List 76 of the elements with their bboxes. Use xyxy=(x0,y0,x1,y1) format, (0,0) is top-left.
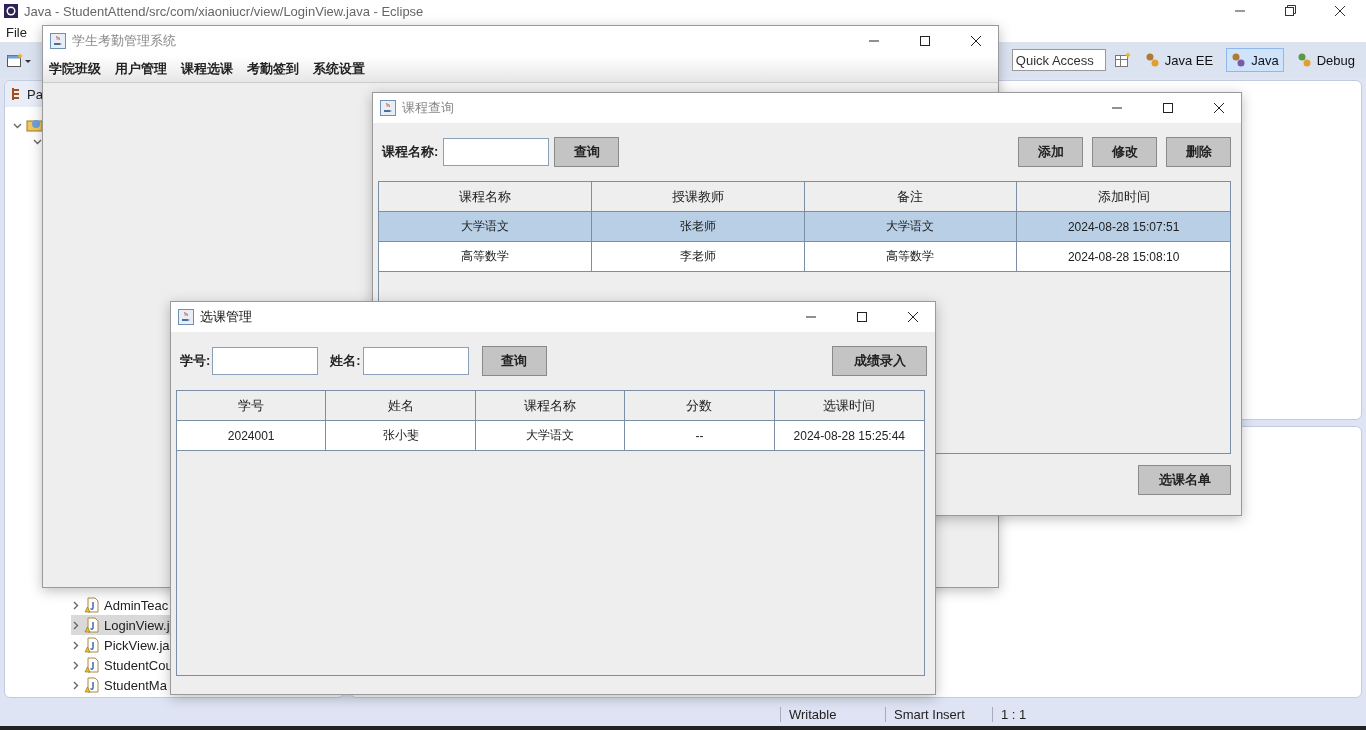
input-field[interactable] xyxy=(212,347,319,375)
table-cell[interactable]: 2024-08-28 15:07:51 xyxy=(1017,212,1230,242)
column-header[interactable]: 学号 xyxy=(177,391,327,421)
action-button[interactable]: 删除 xyxy=(1166,137,1231,167)
status-text: Smart Insert xyxy=(885,706,992,722)
table-cell[interactable]: 张小斐 xyxy=(326,421,476,451)
perspective-icon xyxy=(1144,52,1161,68)
field-label: 学号: xyxy=(180,352,211,370)
menu-item[interactable]: File xyxy=(6,24,27,40)
tree-item[interactable]: PickView.ja xyxy=(104,637,170,653)
status-text: Writable xyxy=(780,706,885,722)
menu-item[interactable]: 考勤签到 xyxy=(247,60,299,78)
java-file-icon xyxy=(84,677,100,693)
menu-item[interactable]: 用户管理 xyxy=(115,60,167,78)
project-folder-icon xyxy=(26,117,44,133)
window-title: 学生考勤管理系统 xyxy=(72,32,177,50)
column-header[interactable]: 课程名称 xyxy=(475,391,626,421)
input-field[interactable] xyxy=(362,347,469,375)
perspective-button[interactable]: Debug xyxy=(1291,48,1360,72)
table-cell[interactable]: 2024001 xyxy=(177,421,327,451)
search-button[interactable]: 查询 xyxy=(554,137,620,167)
perspective-button[interactable]: Java xyxy=(1226,48,1284,72)
column-header[interactable]: 分数 xyxy=(625,391,775,421)
window-title: Java - StudentAttend/src/com/xiaoniucr/view/LoginView.java - Eclipse xyxy=(24,3,425,19)
grade-entry-button[interactable]: 成绩录入 xyxy=(832,346,927,376)
table-cell[interactable]: 高等数学 xyxy=(804,242,1018,272)
table-cell[interactable]: 李老师 xyxy=(591,242,805,272)
table-cell[interactable]: 大学语文 xyxy=(804,212,1018,242)
perspective-icon xyxy=(1296,52,1313,68)
table-cell[interactable]: -- xyxy=(625,421,775,451)
field-label: 课程名称: xyxy=(382,143,439,161)
menu-item[interactable]: 学院班级 xyxy=(49,60,101,78)
action-button[interactable]: 修改 xyxy=(1092,137,1157,167)
action-button[interactable]: 添加 xyxy=(1018,137,1083,167)
table-cell[interactable]: 大学语文 xyxy=(379,212,592,242)
maximize-icon[interactable] xyxy=(919,36,930,46)
java-file-icon xyxy=(84,617,100,633)
quick-access-field[interactable]: Quick Access xyxy=(1011,49,1106,71)
perspective-button[interactable]: Java EE xyxy=(1139,48,1219,72)
column-header[interactable]: 授课教师 xyxy=(591,182,805,212)
new-window-icon[interactable] xyxy=(6,52,32,68)
java-cup-icon xyxy=(50,33,66,49)
status-text: 1 : 1 xyxy=(992,706,1089,722)
panel-tab[interactable]: Pa xyxy=(27,86,43,102)
table-cell[interactable]: 2024-08-28 15:08:10 xyxy=(1017,242,1230,272)
java-cup-icon xyxy=(380,100,396,116)
tree-item[interactable]: StudentMa xyxy=(104,677,167,693)
table-cell[interactable]: 高等数学 xyxy=(379,242,592,272)
window-title: 课程查询 xyxy=(402,99,455,117)
maximize-icon[interactable] xyxy=(1162,103,1173,113)
java-file-icon xyxy=(84,637,100,653)
table-cell[interactable]: 大学语文 xyxy=(475,421,626,451)
tree-item[interactable]: StudentCou xyxy=(104,657,173,673)
chevron-down-icon[interactable] xyxy=(33,137,42,146)
java-cup-icon xyxy=(178,309,194,325)
column-header[interactable]: 备注 xyxy=(804,182,1018,212)
close-icon[interactable] xyxy=(1213,103,1224,113)
course-name-field[interactable] xyxy=(443,138,550,166)
column-header[interactable]: 课程名称 xyxy=(379,182,592,212)
menu-item[interactable]: 课程选课 xyxy=(181,60,233,78)
table-cell[interactable]: 张老师 xyxy=(591,212,805,242)
menu-item[interactable]: 系统设置 xyxy=(313,60,365,78)
field-label: 姓名: xyxy=(330,352,361,370)
close-icon[interactable] xyxy=(907,312,918,322)
column-header[interactable]: 姓名 xyxy=(326,391,476,421)
table-cell[interactable]: 2024-08-28 15:25:44 xyxy=(774,421,924,451)
close-icon[interactable] xyxy=(970,36,981,46)
maximize-icon[interactable] xyxy=(856,312,867,322)
search-button[interactable]: 查询 xyxy=(481,346,547,376)
open-perspective-icon[interactable] xyxy=(1113,52,1132,68)
java-file-icon xyxy=(84,597,100,613)
eclipse-logo-icon xyxy=(4,4,18,18)
java-file-icon xyxy=(84,657,100,673)
course-list-button[interactable]: 选课名单 xyxy=(1138,465,1231,495)
window-title: 选课管理 xyxy=(200,308,253,326)
tree-item[interactable]: AdminTeac xyxy=(104,597,169,613)
